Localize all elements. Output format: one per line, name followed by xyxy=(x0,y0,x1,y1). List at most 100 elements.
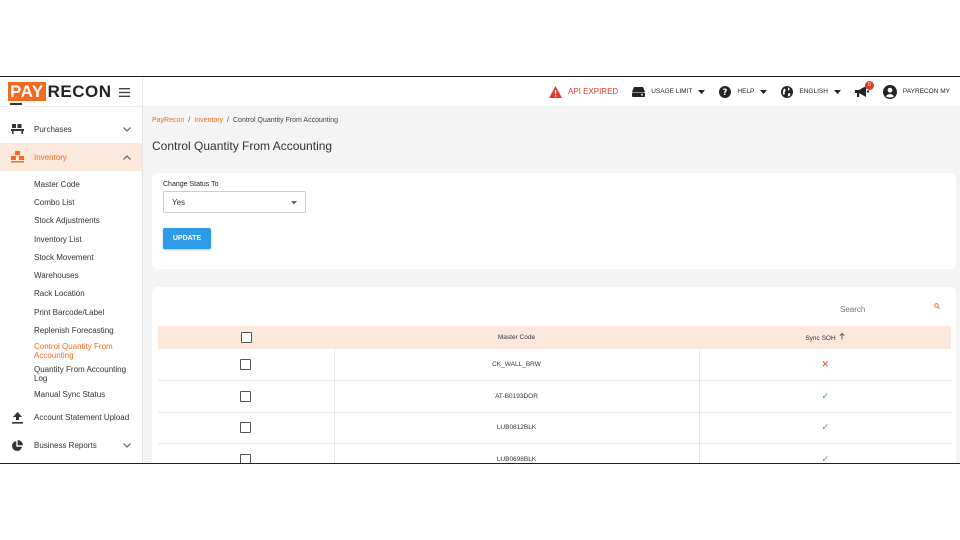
row-checkbox[interactable] xyxy=(240,390,252,402)
top-bar: API EXPIRED USAGE LIMIT ? HELP ENGLISH 0… xyxy=(143,77,960,107)
help-icon: ? xyxy=(719,85,732,98)
caret-down-icon xyxy=(833,89,841,94)
usage-limit-menu[interactable]: USAGE LIMIT xyxy=(632,86,706,97)
user-label: PAYRECON MY xyxy=(902,88,950,95)
sync-soh-header-label: Sync SOH xyxy=(805,335,836,342)
sidebar-subitem-stock-adjustments[interactable]: Stock Adjustments xyxy=(0,212,142,230)
master-code-cell: LUB0812BLK xyxy=(334,412,700,444)
language-label: ENGLISH xyxy=(799,88,828,95)
sidebar-item-account-statement[interactable]: Account Statement Upload xyxy=(0,404,142,432)
pie-chart-icon xyxy=(10,439,24,453)
check-icon: ✓ xyxy=(821,422,830,433)
table-row: CK_WALL_BRW ✕ xyxy=(158,349,951,381)
svg-text:?: ? xyxy=(723,88,728,98)
breadcrumb-separator: / xyxy=(188,117,191,124)
chevron-up-icon xyxy=(122,152,132,162)
sync-soh-cell: ✓ xyxy=(699,412,951,444)
sidebar-item-label: Inventory xyxy=(34,152,67,162)
breadcrumb-inventory-link[interactable]: Inventory xyxy=(194,117,223,124)
breadcrumb-home-link[interactable]: PayRecon xyxy=(152,117,184,124)
row-checkbox[interactable] xyxy=(240,453,252,463)
breadcrumb: PayRecon / Inventory / Control Quantity From… xyxy=(152,117,338,124)
master-code-cell: LUB0698BLK xyxy=(334,443,700,463)
announcement-button[interactable]: 0 xyxy=(854,80,874,98)
sidebar-subitem-replenish-forecasting[interactable]: Replenish Forecasting xyxy=(0,321,142,339)
row-select-cell xyxy=(158,349,335,381)
main-content: PayRecon / Inventory / Control Quantity From… xyxy=(143,107,960,464)
globe-icon xyxy=(781,85,794,98)
inventory-icon xyxy=(10,150,24,164)
logo-pay: PAY xyxy=(8,82,46,101)
inventory-submenu: Master Code Combo List Stock Adjustments… xyxy=(0,171,142,404)
sidebar-subitem-manual-sync[interactable]: Manual Sync Status xyxy=(0,386,142,404)
row-select-cell xyxy=(158,412,335,444)
row-select-cell xyxy=(158,380,335,412)
table-header-row: Master Code Sync SOH xyxy=(158,326,951,349)
logo-recon: RECON xyxy=(47,81,112,101)
purchases-icon xyxy=(10,122,24,136)
row-checkbox[interactable] xyxy=(240,422,252,434)
language-menu[interactable]: ENGLISH xyxy=(781,85,841,98)
sync-soh-cell: ✓ xyxy=(699,381,951,413)
sidebar-item-label: Purchases xyxy=(34,124,72,134)
sidebar-subitem-master-code[interactable]: Master Code xyxy=(0,175,142,193)
api-expired-alert[interactable]: API EXPIRED xyxy=(548,85,619,98)
caret-down-icon xyxy=(760,89,768,94)
breadcrumb-separator: / xyxy=(227,117,229,124)
change-status-label: Change Status To xyxy=(163,181,219,188)
sidebar-subitem-inventory-list[interactable]: Inventory List xyxy=(0,230,142,248)
app-frame: PAY RECON Purchases Inventory Master Cod… xyxy=(0,76,960,464)
menu-icon[interactable] xyxy=(119,84,130,100)
master-code-cell: CK_WALL_BRW xyxy=(334,349,700,381)
logo-area: PAY RECON xyxy=(0,77,142,107)
master-code-header[interactable]: Master Code xyxy=(334,326,699,349)
sync-soh-header[interactable]: Sync SOH xyxy=(699,326,951,349)
sidebar-item-label: Business Reports xyxy=(34,441,97,451)
check-icon: ✓ xyxy=(821,453,830,464)
page-title: Control Quantity From Accounting xyxy=(152,139,333,153)
sidebar-subitem-stock-movement[interactable]: Stock Movement xyxy=(0,248,142,266)
sync-soh-cell: ✕ xyxy=(699,349,951,381)
status-form-card: Change Status To Yes UPDATE xyxy=(152,173,956,269)
sidebar-item-inventory[interactable]: Inventory xyxy=(0,143,142,171)
help-menu[interactable]: ? HELP xyxy=(719,85,768,98)
select-all-checkbox[interactable] xyxy=(240,332,252,343)
user-avatar-icon xyxy=(882,84,897,99)
api-expired-label: API EXPIRED xyxy=(567,87,619,96)
sidebar-subitem-control-quantity[interactable]: Control Quantity From Accounting xyxy=(0,340,142,363)
notification-badge: 0 xyxy=(864,80,874,90)
check-icon: ✓ xyxy=(821,390,830,401)
table-row: LUB0698BLK ✓ xyxy=(158,443,951,464)
select-all-cell xyxy=(158,326,334,349)
master-code-header-label: Master Code xyxy=(497,334,536,341)
master-code-cell: AT-B0193DOR xyxy=(334,380,700,412)
search-icon[interactable] xyxy=(934,296,940,314)
user-menu[interactable]: PAYRECON MY xyxy=(882,84,950,99)
change-status-value: Yes xyxy=(172,197,186,207)
sidebar-subitem-rack-location[interactable]: Rack Location xyxy=(0,285,142,303)
change-status-select[interactable]: Yes xyxy=(163,191,306,213)
cross-icon: ✕ xyxy=(821,359,830,369)
sidebar-item-label: Account Statement Upload xyxy=(34,413,130,423)
sidebar-subitem-warehouses[interactable]: Warehouses xyxy=(0,266,142,284)
sidebar-subitem-combo-list[interactable]: Combo List xyxy=(0,193,142,211)
payrecon-logo[interactable]: PAY RECON xyxy=(8,81,112,105)
sort-ascending-icon xyxy=(839,332,845,342)
help-label: HELP xyxy=(737,88,755,95)
sidebar-subitem-quantity-log[interactable]: Quantity From Accounting Log xyxy=(0,363,142,386)
sidebar-item-business-reports[interactable]: Business Reports xyxy=(0,432,142,460)
sidebar: PAY RECON Purchases Inventory Master Cod… xyxy=(0,77,143,463)
chevron-down-icon xyxy=(122,124,132,134)
chevron-down-icon xyxy=(122,441,132,451)
logo-underbar xyxy=(10,102,22,105)
sidebar-subitem-print-barcode[interactable]: Print Barcode/Label xyxy=(0,303,142,321)
table-row: AT-B0193DOR ✓ xyxy=(158,380,951,413)
sidebar-item-purchases[interactable]: Purchases xyxy=(0,115,142,143)
server-icon xyxy=(632,86,646,97)
caret-down-icon xyxy=(291,198,297,207)
caret-down-icon xyxy=(698,89,706,94)
update-button[interactable]: UPDATE xyxy=(163,228,211,249)
row-checkbox[interactable] xyxy=(240,359,252,370)
table-card: Master Code Sync SOH CK_WALL_BRW ✕ AT-B0… xyxy=(152,287,956,464)
search-input[interactable] xyxy=(832,302,942,316)
